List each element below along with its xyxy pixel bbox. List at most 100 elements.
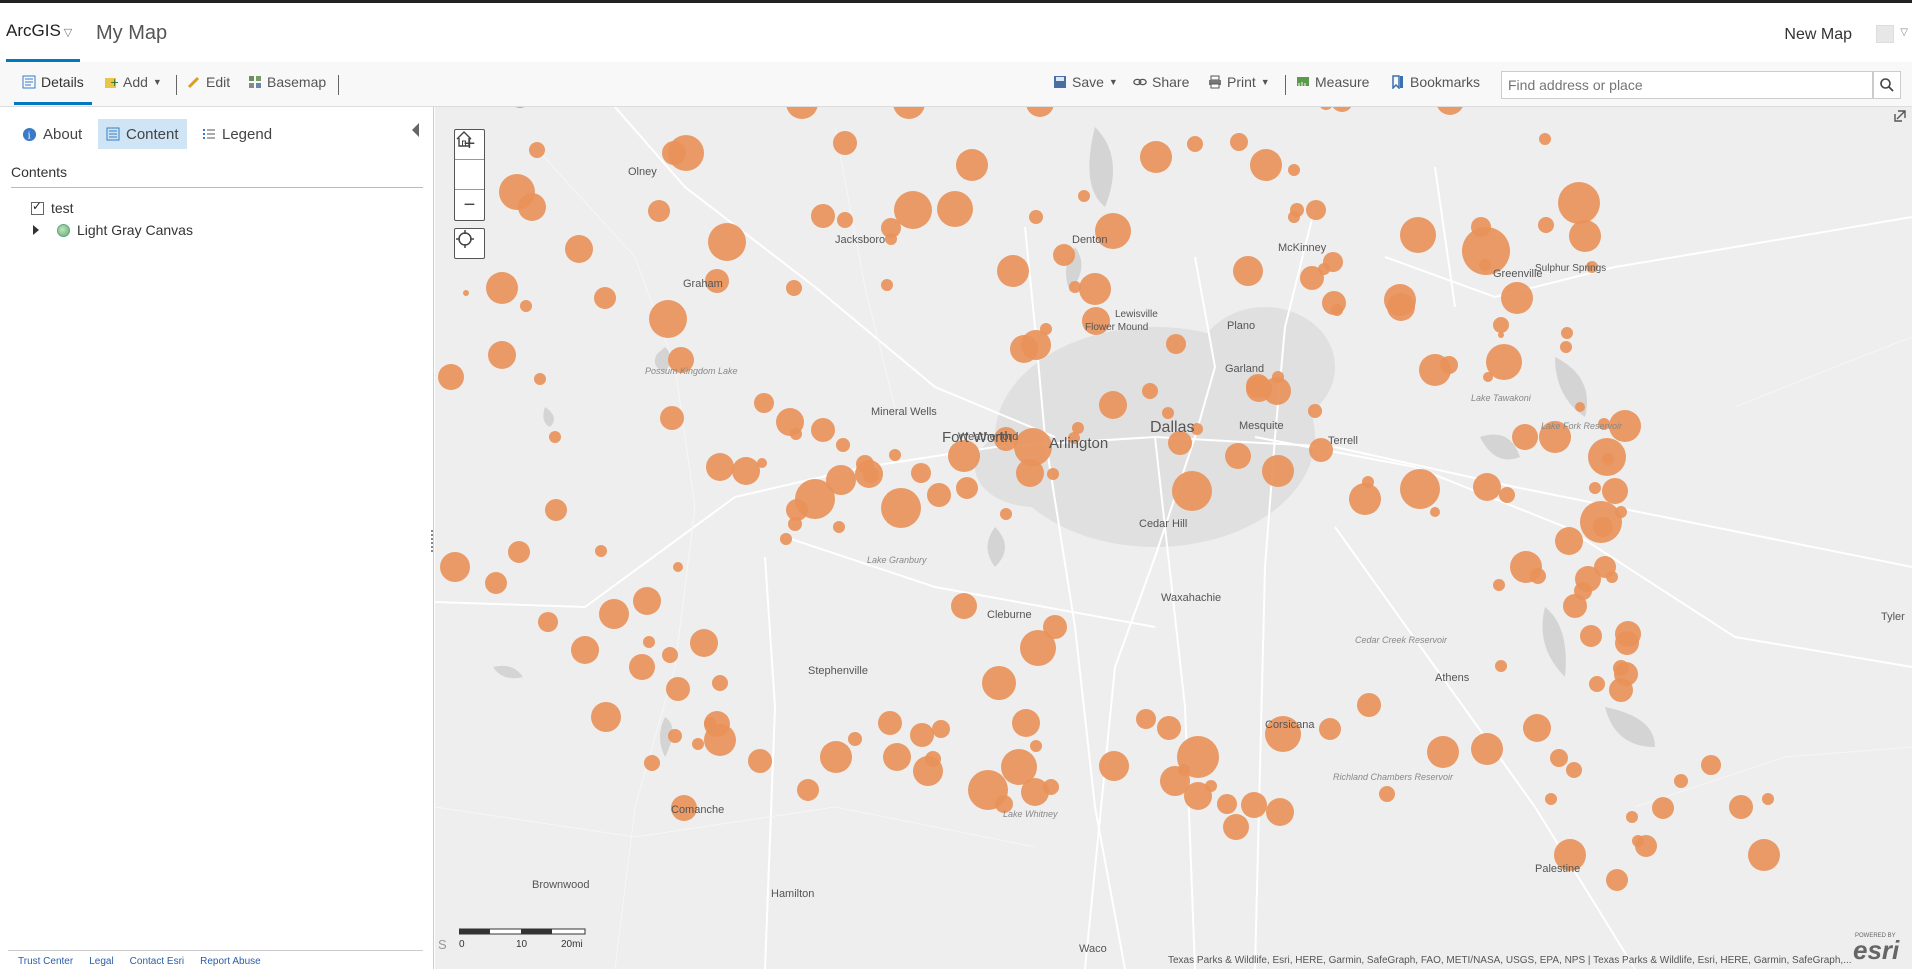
map-symbol-point[interactable] — [599, 599, 629, 629]
layer-visibility-checkbox[interactable] — [31, 199, 44, 215]
map-symbol-point[interactable] — [1560, 341, 1572, 353]
edit-button[interactable]: Edit — [187, 74, 230, 90]
map-symbol-point[interactable] — [1499, 487, 1515, 503]
map-symbol-point[interactable] — [1569, 220, 1601, 252]
home-button[interactable] — [455, 131, 484, 190]
map-symbol-point[interactable] — [1589, 676, 1605, 692]
map-symbol-point[interactable] — [1184, 782, 1212, 810]
map-symbol-point[interactable] — [534, 373, 546, 385]
layer-basemap[interactable]: Light Gray Canvas — [33, 222, 193, 238]
map-symbol-point[interactable] — [786, 280, 802, 296]
map-symbol-point[interactable] — [668, 729, 682, 743]
map-symbol-point[interactable] — [1498, 332, 1504, 338]
map-symbol-point[interactable] — [1550, 749, 1568, 767]
map-symbol-point[interactable] — [706, 453, 734, 481]
map-symbol-point[interactable] — [910, 723, 934, 747]
map-symbol-point[interactable] — [956, 149, 988, 181]
map-symbol-point[interactable] — [692, 738, 704, 750]
map-symbol-point[interactable] — [1026, 107, 1054, 117]
map-symbol-point[interactable] — [836, 438, 850, 452]
footer-link-trust-center[interactable]: Trust Center — [18, 956, 73, 967]
map-symbol-point[interactable] — [1014, 428, 1052, 466]
map-symbol-point[interactable] — [893, 107, 925, 119]
map-symbol-point[interactable] — [704, 711, 730, 737]
map-symbol-point[interactable] — [595, 545, 607, 557]
map-symbol-point[interactable] — [811, 418, 835, 442]
map-symbol-point[interactable] — [571, 636, 599, 664]
map-symbol-point[interactable] — [666, 677, 690, 701]
map-view[interactable]: Fort Worth Arlington Dallas Olney Jacksb… — [435, 107, 1912, 969]
search-input[interactable] — [1501, 71, 1873, 99]
map-symbol-point[interactable] — [848, 732, 862, 746]
map-symbol-point[interactable] — [1177, 736, 1219, 778]
map-symbol-point[interactable] — [1674, 774, 1688, 788]
map-symbol-point[interactable] — [1748, 839, 1780, 871]
map-symbol-point[interactable] — [889, 449, 901, 461]
map-symbol-point[interactable] — [662, 141, 686, 165]
tab-about[interactable]: i About — [14, 119, 90, 149]
map-symbol-point[interactable] — [1187, 136, 1203, 152]
map-symbol-point[interactable] — [1561, 327, 1573, 339]
map-symbol-point[interactable] — [780, 533, 792, 545]
map-symbol-point[interactable] — [1436, 107, 1464, 115]
map-symbol-point[interactable] — [913, 756, 943, 786]
map-symbol-point[interactable] — [1602, 453, 1614, 465]
footer-link-legal[interactable]: Legal — [89, 956, 113, 967]
map-symbol-point[interactable] — [790, 428, 802, 440]
layer-test[interactable]: test — [31, 199, 74, 216]
map-symbol-point[interactable] — [797, 779, 819, 801]
map-symbol-point[interactable] — [1140, 141, 1172, 173]
map-symbol-point[interactable] — [1331, 107, 1353, 112]
tab-content[interactable]: Content — [98, 119, 187, 149]
locate-button[interactable] — [454, 228, 485, 259]
map-symbol-point[interactable] — [878, 711, 902, 735]
save-button[interactable]: Save ▼ — [1053, 74, 1118, 90]
map-symbol-point[interactable] — [1635, 835, 1657, 857]
map-symbol-point[interactable] — [1029, 210, 1043, 224]
user-chevron-down-icon[interactable]: ▽ — [1900, 27, 1908, 38]
map-symbol-point[interactable] — [748, 749, 772, 773]
map-symbol-point[interactable] — [837, 212, 853, 228]
print-button[interactable]: Print ▼ — [1208, 74, 1270, 90]
map-symbol-point[interactable] — [648, 200, 670, 222]
map-symbol-point[interactable] — [1602, 478, 1628, 504]
map-symbol-point[interactable] — [565, 235, 593, 263]
map-symbol-point[interactable] — [1099, 391, 1127, 419]
map-symbol-point[interactable] — [1043, 615, 1067, 639]
map-symbol-point[interactable] — [1223, 814, 1249, 840]
map-symbol-point[interactable] — [863, 467, 879, 483]
map-symbol-point[interactable] — [1230, 133, 1248, 151]
map-symbol-point[interactable] — [1349, 483, 1381, 515]
map-symbol-point[interactable] — [881, 488, 921, 528]
panel-resize-handle[interactable] — [431, 530, 433, 552]
map-symbol-point[interactable] — [440, 552, 470, 582]
map-symbol-point[interactable] — [520, 300, 532, 312]
map-symbol-point[interactable] — [1331, 304, 1343, 316]
map-symbol-point[interactable] — [1555, 527, 1583, 555]
map-symbol-point[interactable] — [549, 431, 561, 443]
map-symbol-point[interactable] — [1606, 571, 1618, 583]
map-symbol-point[interactable] — [629, 654, 655, 680]
map-symbol-point[interactable] — [1319, 718, 1341, 740]
share-button[interactable]: Share — [1133, 74, 1189, 90]
map-symbol-point[interactable] — [1136, 709, 1156, 729]
map-symbol-point[interactable] — [1471, 217, 1491, 237]
map-symbol-point[interactable] — [1079, 273, 1111, 305]
map-symbol-point[interactable] — [1030, 740, 1042, 752]
map-symbol-point[interactable] — [1762, 793, 1774, 805]
map-symbol-point[interactable] — [1012, 709, 1040, 737]
map-symbol-point[interactable] — [1701, 755, 1721, 775]
footer-link-contact-esri[interactable]: Contact Esri — [130, 956, 184, 967]
basemap-button[interactable]: Basemap — [248, 74, 326, 90]
map-symbol-point[interactable] — [1479, 259, 1491, 271]
arcgis-menu[interactable]: ArcGIS ▽ — [6, 21, 72, 41]
map-symbol-point[interactable] — [660, 406, 684, 430]
map-symbol-point[interactable] — [463, 290, 469, 296]
map-symbol-point[interactable] — [644, 755, 660, 771]
map-symbol-point[interactable] — [529, 142, 545, 158]
map-symbol-point[interactable] — [1306, 200, 1326, 220]
map-symbol-point[interactable] — [1157, 716, 1181, 740]
map-symbol-point[interactable] — [438, 364, 464, 390]
map-symbol-point[interactable] — [485, 572, 507, 594]
map-symbol-point[interactable] — [486, 272, 518, 304]
